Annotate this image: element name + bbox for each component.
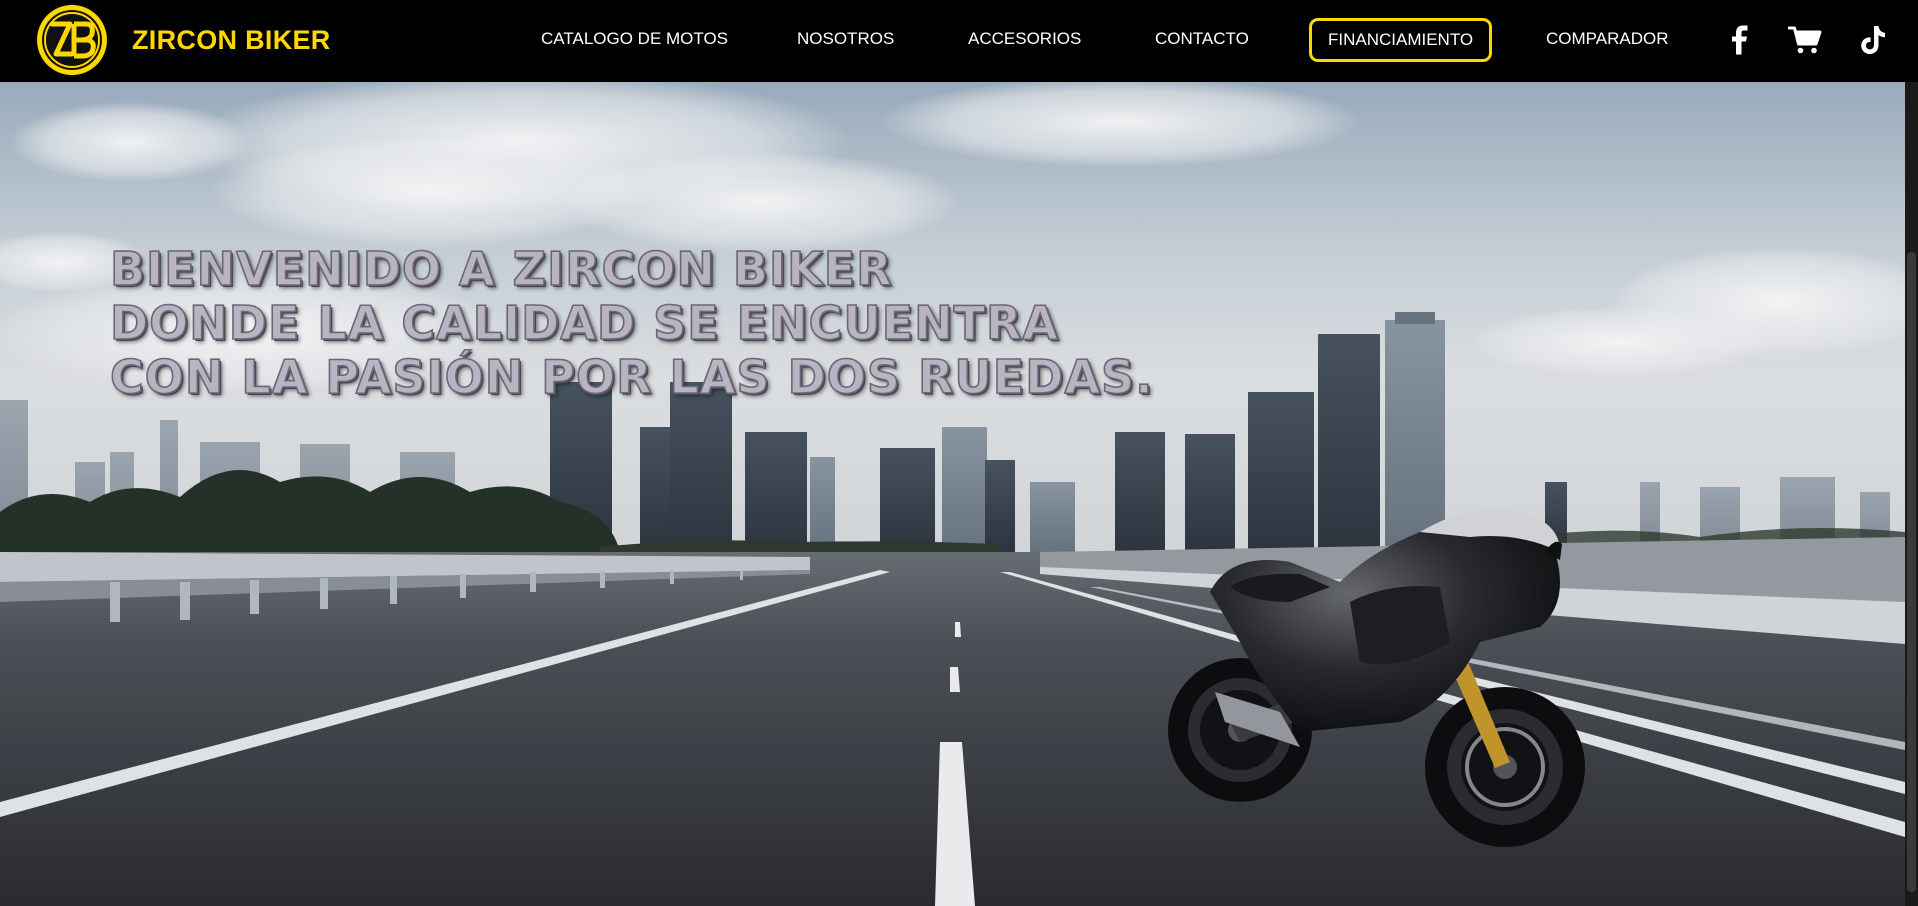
tiktok-icon (1861, 26, 1885, 54)
tiktok-link[interactable] (1853, 20, 1893, 60)
hero-headline: BIENVENIDO A ZIRCON BIKER DONDE LA CALID… (109, 241, 1154, 405)
facebook-link[interactable] (1720, 20, 1760, 60)
hero-headline-line-1: BIENVENIDO A ZIRCON BIKER (109, 241, 893, 297)
nav-nosotros[interactable]: NOSOTROS (797, 18, 894, 62)
nav-comparador[interactable]: COMPARADOR (1546, 18, 1668, 62)
facebook-icon (1732, 25, 1748, 55)
hero-background-image (0, 82, 1905, 906)
hero-banner: BIENVENIDO A ZIRCON BIKER DONDE LA CALID… (0, 82, 1905, 906)
cart-icon (1788, 26, 1822, 54)
hero-headline-line-3: CON LA PASIÓN POR LAS DOS RUEDAS. (109, 349, 1154, 405)
nav-accesorios[interactable]: ACCESORIOS (968, 18, 1081, 62)
nav-financiamiento-button[interactable]: FINANCIAMIENTO (1309, 18, 1493, 62)
top-navigation-bar: ZIRCON BIKER CATALOGO DE MOTOS NOSOTROS … (0, 0, 1918, 82)
page: ZIRCON BIKER CATALOGO DE MOTOS NOSOTROS … (0, 0, 1918, 906)
nav-contacto[interactable]: CONTACTO (1155, 18, 1249, 62)
cart-link[interactable] (1785, 20, 1825, 60)
main-nav: CATALOGO DE MOTOS NOSOTROS ACCESORIOS CO… (0, 18, 1918, 62)
page-scrollbar[interactable] (1905, 82, 1918, 906)
nav-catalogo-de-motos[interactable]: CATALOGO DE MOTOS (541, 18, 728, 62)
scrollbar-thumb[interactable] (1907, 252, 1916, 892)
hero-headline-line-2: DONDE LA CALIDAD SE ENCUENTRA (109, 295, 1060, 351)
